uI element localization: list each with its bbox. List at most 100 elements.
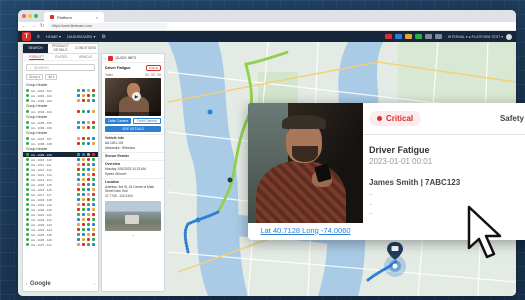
quick-info-icon <box>108 55 114 61</box>
group-filter[interactable]: Group ▾ <box>26 74 44 80</box>
video-controls[interactable] <box>105 112 161 116</box>
app-logo[interactable]: T <box>22 32 31 41</box>
pager-next[interactable]: › <box>94 282 95 288</box>
status-dot-icon <box>26 121 29 124</box>
see-details-button[interactable]: SEE DETAILS <box>105 126 161 132</box>
event-section-title: Overview <box>105 161 121 166</box>
report-icon[interactable] <box>424 34 432 39</box>
tab-title: Platform <box>57 14 72 20</box>
sidebar-subtabs: FORKLIFT PLATES VEHICLE <box>23 54 98 61</box>
settings-icon[interactable] <box>434 34 442 39</box>
maximize-dot-icon[interactable] <box>34 14 38 18</box>
row-status-icon <box>82 218 85 221</box>
event-section-title: Sensor Reader <box>105 153 129 158</box>
row-status-icon <box>82 99 85 102</box>
list-item-label: AA - 1003 - 103 <box>31 98 52 103</box>
forward-arrow-icon[interactable]: → <box>31 23 36 29</box>
row-status-icon <box>77 213 80 216</box>
message-icon[interactable] <box>394 34 402 39</box>
back-arrow-icon[interactable]: ← <box>22 23 27 29</box>
event-sections: Vehicle info AA 1001-101 Alexandra · Rebec… <box>102 134 164 200</box>
row-status-icon <box>82 163 85 166</box>
vehicle-location-marker[interactable] <box>383 240 407 280</box>
row-status-icon <box>92 203 95 206</box>
row-status-icon <box>92 89 95 92</box>
row-status-icon <box>92 121 95 124</box>
status-filter[interactable]: All ▾ <box>45 74 58 80</box>
close-dot-icon[interactable] <box>22 14 26 18</box>
row-status-icon <box>87 137 90 140</box>
event-section: Vehicle info AA 1001-101 Alexandra · Rebec… <box>102 134 164 152</box>
row-status-icon <box>92 208 95 211</box>
url-field[interactable]: https://web.fleetcam.com <box>48 23 169 29</box>
lat-long-link[interactable]: Lat 40.7128 Long -74.0060 <box>248 223 363 237</box>
list-item-label: AA - 1020 - 120 <box>31 207 52 212</box>
menu-home[interactable]: HOME ▾ <box>46 34 61 39</box>
mouse-cursor-icon <box>467 205 502 259</box>
list-item-label: AA - 1002 - 102 <box>31 93 52 98</box>
list-item-label: AA - 1027 - 127 <box>31 242 52 247</box>
row-status-icon <box>87 198 90 201</box>
list-item[interactable]: AA - 1027 - 127 <box>23 242 98 247</box>
event-video[interactable]: ▶ <box>105 78 161 116</box>
status-dot-icon <box>26 218 29 221</box>
browser-tabbar: Platform × <box>18 10 516 22</box>
list-item-label: AA - 1025 - 125 <box>31 232 52 237</box>
row-status-icon <box>87 121 90 124</box>
cabin-camera-button[interactable]: Cabin Camera <box>105 118 131 124</box>
tab-close-icon[interactable]: × <box>96 15 98 20</box>
minimize-dot-icon[interactable] <box>28 14 32 18</box>
severity-badge: Critical <box>369 111 422 126</box>
reload-icon[interactable]: ↻ <box>40 23 44 29</box>
subtab-vehicle[interactable]: VEHICLE <box>79 55 93 59</box>
tab-conditions[interactable]: CONDITIONS <box>73 44 98 53</box>
tab-search[interactable]: SEARCH <box>23 44 48 53</box>
row-status-icon <box>82 208 85 211</box>
row-status-icon <box>82 193 85 196</box>
notification-icon[interactable] <box>404 34 412 39</box>
row-status-icon <box>92 158 95 161</box>
row-status-icon <box>82 158 85 161</box>
subtab-plates[interactable]: PLATES <box>55 55 67 59</box>
list-item-label: AA - 1018 - 118 <box>31 197 52 202</box>
row-status-icon <box>82 110 85 113</box>
row-status-icon <box>77 223 80 226</box>
row-status-icon <box>92 153 95 156</box>
status-dot-icon <box>26 99 29 102</box>
search-input[interactable]: ⌕ SEARCH <box>26 64 95 71</box>
window-controls[interactable] <box>22 14 38 18</box>
row-status-icon <box>87 203 90 206</box>
browser-tab[interactable]: Platform × <box>44 12 104 22</box>
list-item-label: AA - 1015 - 115 <box>31 182 52 187</box>
play-icon[interactable]: ▶ <box>132 92 141 101</box>
alert-icon[interactable] <box>384 34 392 39</box>
row-status-icon <box>87 89 90 92</box>
row-status-icon <box>77 158 80 161</box>
back-icon[interactable]: ‹ <box>105 56 106 61</box>
status-icon[interactable] <box>414 34 422 39</box>
favicon-icon <box>50 15 54 19</box>
subtab-forklift[interactable]: FORKLIFT <box>28 55 45 60</box>
hamburger-icon[interactable]: ≡ <box>37 34 40 40</box>
vehicle-list: Group Header AA - 1001 - 101 AA - 1002 - 1… <box>23 82 98 247</box>
row-status-icon <box>77 193 80 196</box>
row-status-icon <box>82 188 85 191</box>
row-status-icon <box>82 243 85 246</box>
menu-dashboard[interactable]: DASHBOARD ▾ <box>67 34 95 39</box>
row-status-icon <box>82 142 85 145</box>
severity-dot-icon <box>377 116 382 121</box>
row-status-icon <box>77 168 80 171</box>
status-badge: Critical <box>145 65 161 71</box>
pager-prev[interactable]: ‹ <box>26 282 27 288</box>
user-menu[interactable]: INTERNAL ▾ ● PLATFORM TEST ▾ <box>448 35 503 39</box>
driver-snapshot[interactable] <box>248 103 363 235</box>
row-status-icon <box>87 208 90 211</box>
gear-icon[interactable]: ⚙ <box>102 34 106 40</box>
row-status-icon <box>82 223 85 226</box>
avatar[interactable] <box>506 33 512 40</box>
front-camera-button[interactable]: Front Camera <box>133 118 161 124</box>
street-view-thumbnail[interactable] <box>105 201 161 232</box>
tab-product-details[interactable]: PRODUCT DETAILS <box>48 44 73 53</box>
chevron-down-icon[interactable]: ⌄ <box>102 232 164 237</box>
status-dot-icon <box>26 193 29 196</box>
